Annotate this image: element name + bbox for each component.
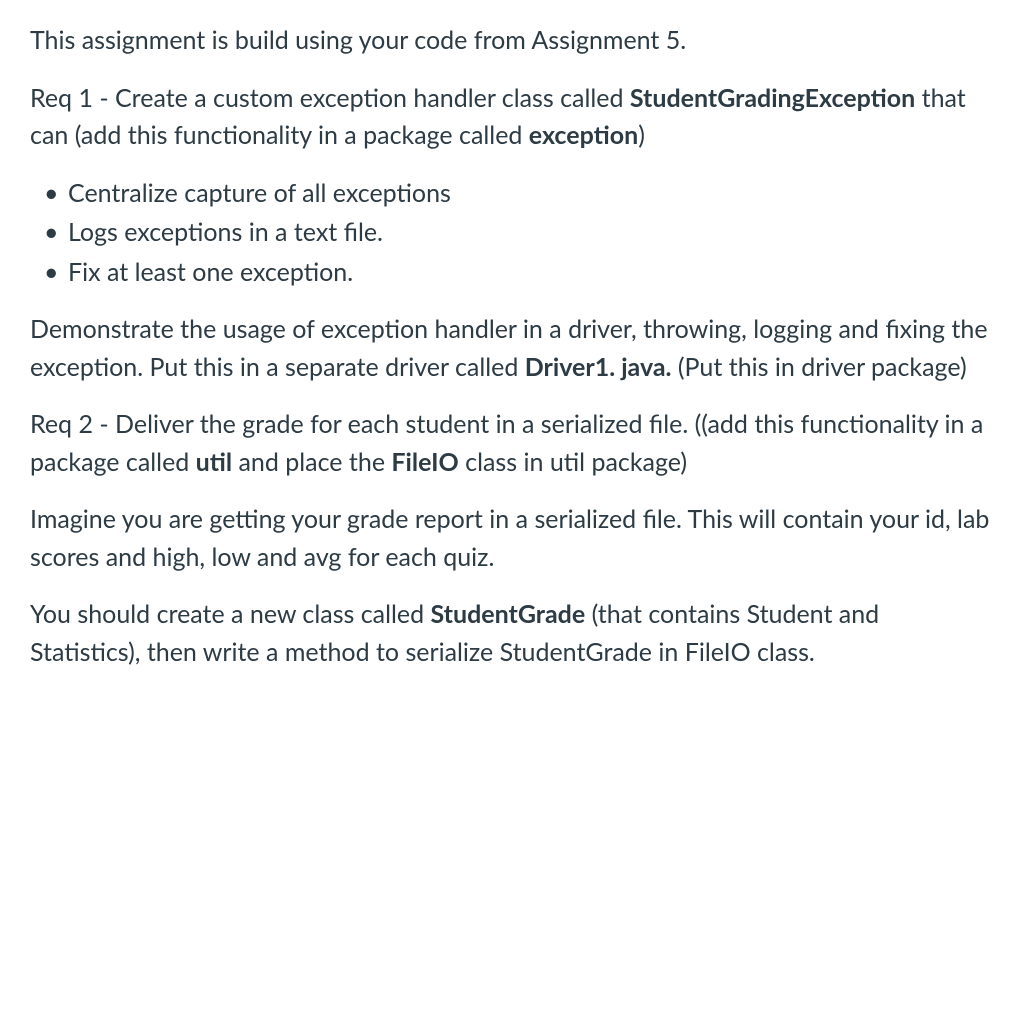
req1-paragraph: Req 1 - Create a custom exception handle… <box>30 80 994 155</box>
demo-paragraph: Demonstrate the usage of exception handl… <box>30 311 994 386</box>
list-item: Fix at least one exception. <box>38 254 994 292</box>
req2-bold-fileio: FileIO <box>391 447 458 477</box>
imagine-paragraph: Imagine you are getting your grade repor… <box>30 501 994 576</box>
req1-bold-exception-class: StudentGradingException <box>630 83 915 113</box>
demo-bold-driver: Driver1. java. <box>525 352 672 382</box>
req1-text-pre: Req 1 - Create a custom exception handle… <box>30 83 630 113</box>
req1-bold-package: exception <box>529 120 638 150</box>
req1-text-post: ) <box>638 120 645 150</box>
intro-paragraph: This assignment is build using your code… <box>30 22 994 60</box>
req2-paragraph: Req 2 - Deliver the grade for each stude… <box>30 406 994 481</box>
create-bold-studentgrade: StudentGrade <box>431 599 586 629</box>
req2-bold-util: util <box>196 447 232 477</box>
create-class-paragraph: You should create a new class called Stu… <box>30 596 994 671</box>
req1-bullet-list: Centralize capture of all exceptions Log… <box>30 175 994 292</box>
create-text-pre: You should create a new class called <box>30 599 431 629</box>
list-item: Logs exceptions in a text file. <box>38 214 994 252</box>
req2-text-post: class in util package) <box>459 447 687 477</box>
req2-text-mid: and place the <box>232 447 391 477</box>
list-item: Centralize capture of all exceptions <box>38 175 994 213</box>
demo-text-post: (Put this in driver package) <box>671 352 966 382</box>
